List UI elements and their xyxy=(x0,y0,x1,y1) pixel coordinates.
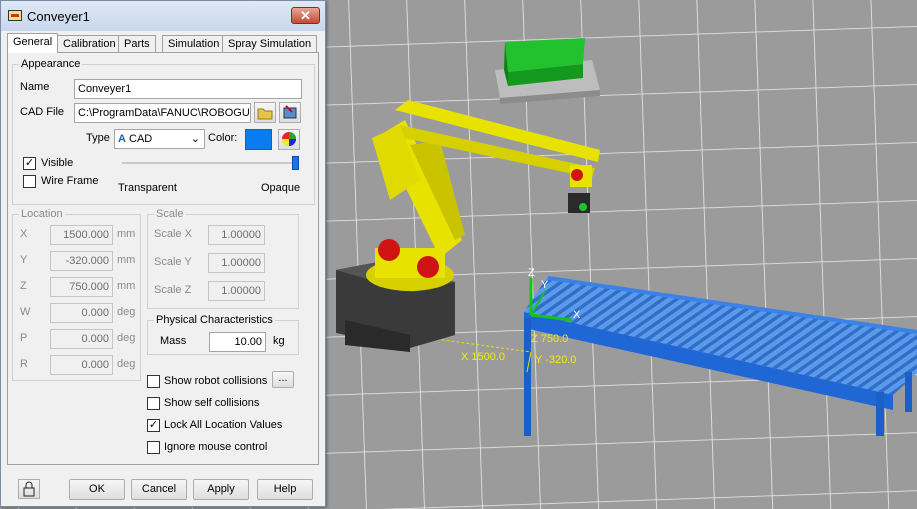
cad-options-button[interactable] xyxy=(279,102,301,123)
location-group-label: Location xyxy=(19,208,65,220)
tab-general[interactable]: General xyxy=(7,33,59,53)
scale-z-input[interactable]: 1.00000 xyxy=(208,281,265,301)
tab-spray-simulation[interactable]: Spray Simulation xyxy=(222,35,318,52)
scale-x-input[interactable]: 1.00000 xyxy=(208,225,265,245)
close-button[interactable]: ✕ xyxy=(291,7,320,24)
type-select[interactable]: A CAD ⌄ xyxy=(114,129,205,149)
tab-simulation[interactable]: Simulation xyxy=(162,35,226,52)
location-x-unit: mm xyxy=(117,228,136,240)
scale-y-input[interactable]: 1.00000 xyxy=(208,253,265,273)
location-p-unit: deg xyxy=(117,332,136,344)
location-p-input[interactable]: 0.000 xyxy=(50,329,113,349)
visible-checkbox[interactable]: ✓ xyxy=(23,157,36,170)
cad-tools-icon xyxy=(283,105,297,119)
opacity-slider-thumb[interactable] xyxy=(292,156,299,170)
wireframe-checkbox[interactable] xyxy=(23,175,36,188)
apply-button[interactable]: Apply xyxy=(193,479,249,500)
scale-x-label: Scale X xyxy=(154,228,192,240)
browse-folder-button[interactable] xyxy=(254,102,276,123)
type-label: Type xyxy=(86,132,110,144)
color-wheel-icon xyxy=(282,132,296,146)
name-label: Name xyxy=(20,81,50,93)
title-bar[interactable]: Conveyer1 ✕ xyxy=(1,1,325,31)
dim-z-label: Z 750.0 xyxy=(531,333,568,345)
cad-type-icon: A xyxy=(118,133,126,145)
cad-file-label: CAD File xyxy=(20,106,65,118)
location-x-label: X xyxy=(20,228,28,240)
wireframe-label: Wire Frame xyxy=(41,175,99,187)
ignore-mouse-checkbox[interactable] xyxy=(147,441,160,454)
lock-icon xyxy=(23,481,35,497)
robot-collisions-more-button[interactable]: ... xyxy=(272,371,294,388)
color-swatch[interactable] xyxy=(245,129,272,150)
frame-x-label: X xyxy=(573,309,581,321)
show-self-collisions-checkbox[interactable] xyxy=(147,397,160,410)
scale-z-label: Scale Z xyxy=(154,284,192,296)
location-w-unit: deg xyxy=(117,306,136,318)
properties-dialog: Conveyer1 ✕ General Calibration Parts Si… xyxy=(0,0,326,507)
dim-y-label: Y -320.0 xyxy=(535,354,576,366)
name-input[interactable]: Conveyer1 xyxy=(74,79,302,99)
lock-button[interactable] xyxy=(18,479,40,499)
cad-file-input[interactable]: C:\ProgramData\FANUC\ROBOGUID xyxy=(74,103,251,123)
frame-y-label: Y xyxy=(541,279,549,291)
physical-group-label: Physical Characteristics xyxy=(154,314,275,326)
window-title: Conveyer1 xyxy=(27,9,90,24)
folder-icon xyxy=(257,108,273,120)
location-z-unit: mm xyxy=(117,280,136,292)
transparent-label: Transparent xyxy=(118,182,177,194)
color-label: Color: xyxy=(208,132,238,144)
frame-z-label: Z xyxy=(528,267,535,279)
location-y-label: Y xyxy=(20,254,28,266)
lock-all-location-label: Lock All Location Values xyxy=(164,419,283,431)
location-y-input[interactable]: -320.000 xyxy=(50,251,113,271)
location-x-input[interactable]: 1500.000 xyxy=(50,225,113,245)
location-w-input[interactable]: 0.000 xyxy=(50,303,113,323)
location-z-input[interactable]: 750.000 xyxy=(50,277,113,297)
location-r-input[interactable]: 0.000 xyxy=(50,355,113,375)
location-w-label: W xyxy=(20,306,31,318)
visible-label: Visible xyxy=(41,157,74,169)
show-self-collisions-label: Show self collisions xyxy=(164,397,260,409)
location-z-label: Z xyxy=(20,280,27,292)
scale-group-label: Scale xyxy=(154,208,186,220)
chevron-down-icon: ⌄ xyxy=(190,133,200,145)
dim-x-label: X 1500.0 xyxy=(461,351,505,363)
cancel-button[interactable]: Cancel xyxy=(131,479,187,500)
appearance-group-label: Appearance xyxy=(19,58,83,70)
show-robot-collisions-label: Show robot collisions xyxy=(164,375,268,387)
location-y-unit: mm xyxy=(117,254,136,266)
mass-input[interactable]: 10.00 xyxy=(209,332,266,352)
tab-parts[interactable]: Parts xyxy=(118,35,156,52)
mass-unit: kg xyxy=(273,335,285,347)
scale-y-label: Scale Y xyxy=(154,256,192,268)
close-icon: ✕ xyxy=(300,8,311,23)
help-button[interactable]: Help xyxy=(257,479,313,500)
opacity-slider-track[interactable] xyxy=(122,162,296,164)
show-robot-collisions-checkbox[interactable] xyxy=(147,375,160,388)
color-picker-button[interactable] xyxy=(278,129,300,150)
ignore-mouse-label: Ignore mouse control xyxy=(164,441,268,453)
ok-button[interactable]: OK xyxy=(69,479,125,500)
mass-label: Mass xyxy=(160,335,187,347)
location-r-unit: deg xyxy=(117,358,136,370)
conveyor-icon xyxy=(8,10,22,21)
checkmark-icon: ✓ xyxy=(24,157,35,169)
general-tab-panel: Appearance Name Conveyer1 CAD File C:\Pr… xyxy=(7,52,319,465)
location-r-label: R xyxy=(20,358,28,370)
tab-calibration[interactable]: Calibration xyxy=(57,35,122,52)
lock-all-location-checkbox[interactable]: ✓ xyxy=(147,419,160,432)
checkmark-icon: ✓ xyxy=(148,419,159,431)
opaque-label: Opaque xyxy=(261,182,301,194)
location-p-label: P xyxy=(20,332,28,344)
type-select-value: CAD xyxy=(129,133,153,145)
